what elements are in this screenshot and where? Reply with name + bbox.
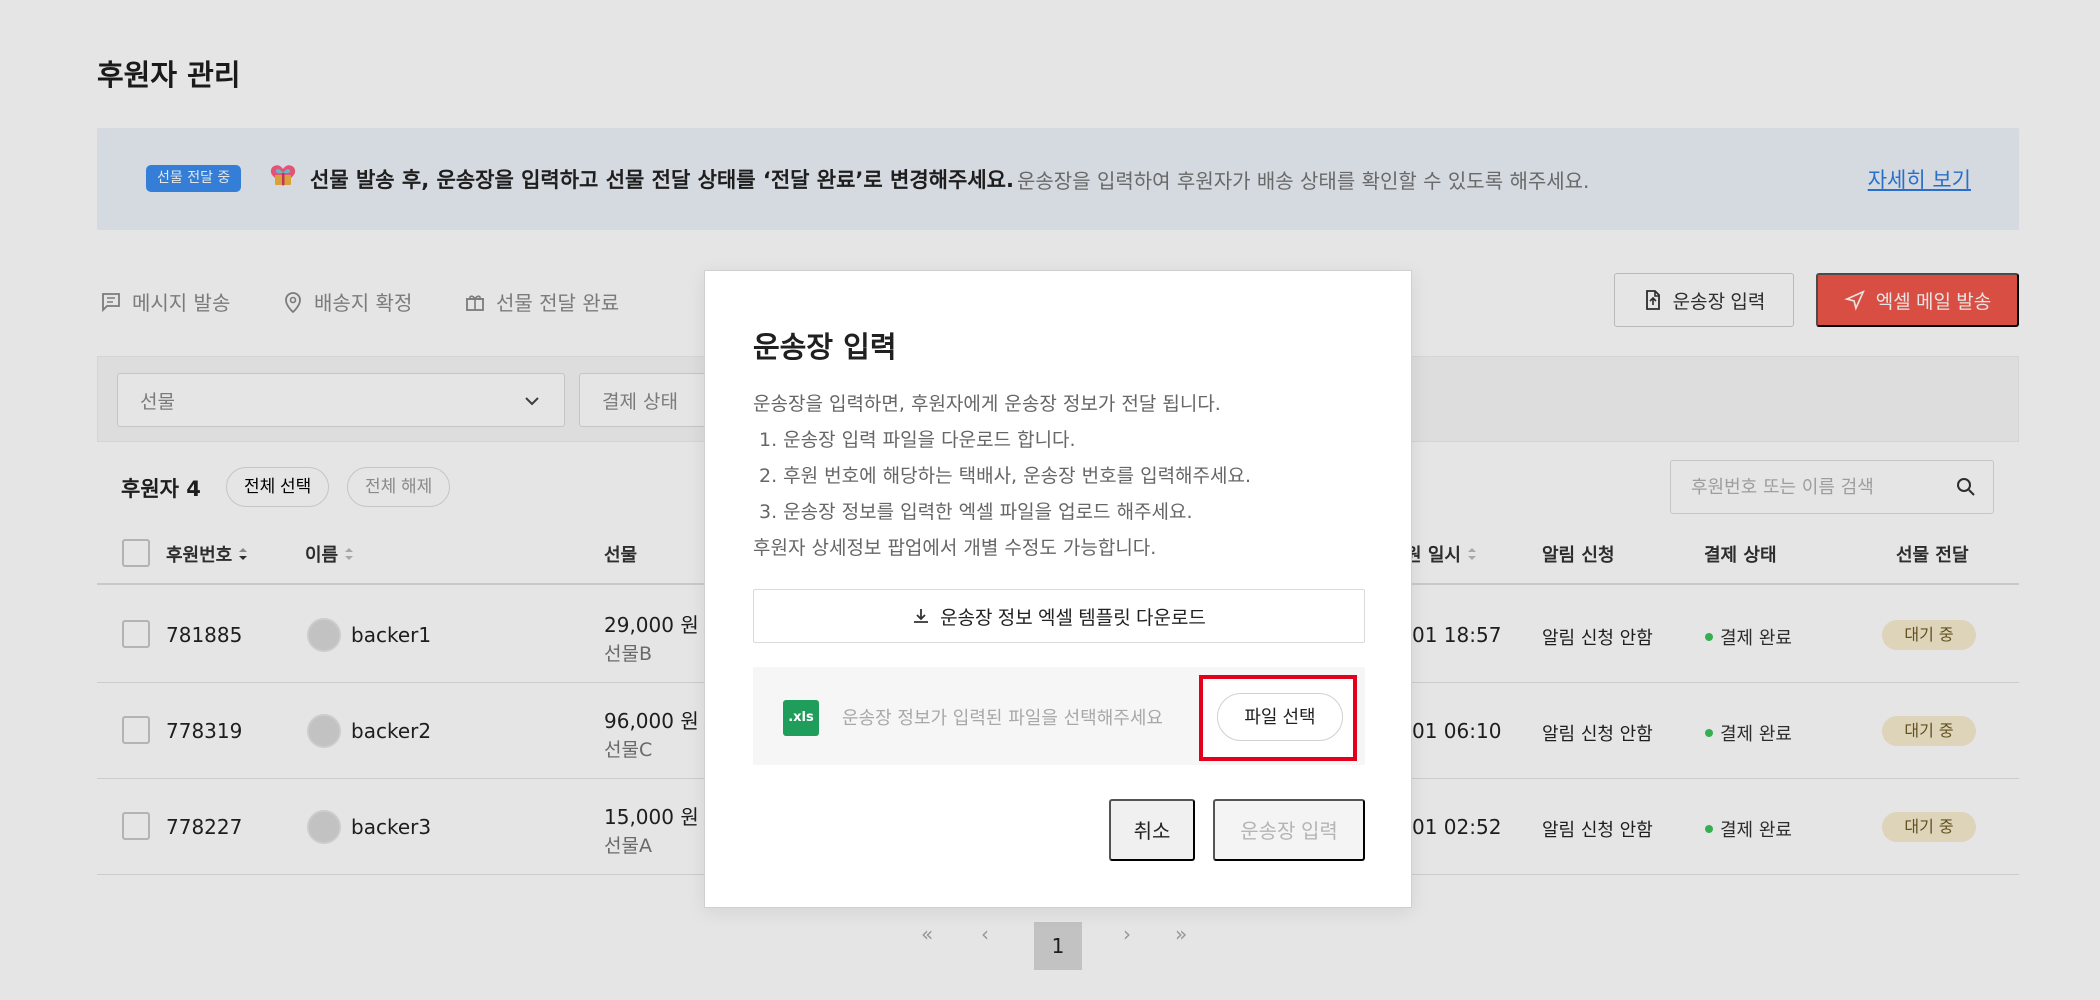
modal-intro: 운송장을 입력하면, 후원자에게 운송장 정보가 전달 됩니다. (753, 393, 1221, 415)
modal-step-1: 1. 운송장 입력 파일을 다운로드 합니다. (759, 429, 1076, 451)
modal-step-3: 3. 운송장 정보를 입력한 엑셀 파일을 업로드 해주세요. (759, 501, 1193, 523)
tracking-input-modal: 운송장 입력 운송장을 입력하면, 후원자에게 운송장 정보가 전달 됩니다. … (704, 270, 1412, 908)
file-select-button[interactable]: 파일 선택 (1217, 693, 1343, 741)
modal-title: 운송장 입력 (753, 330, 897, 364)
xls-file-icon: .xls (783, 700, 819, 736)
template-download-label: 운송장 정보 엑셀 템플릿 다운로드 (940, 607, 1206, 629)
submit-tracking-button[interactable]: 운송장 입력 (1213, 799, 1365, 861)
file-select-highlight: 파일 선택 (1199, 675, 1357, 761)
template-download-button[interactable]: 운송장 정보 엑셀 템플릿 다운로드 (753, 589, 1365, 643)
modal-step-2: 2. 후원 번호에 해당하는 택배사, 운송장 번호를 입력해주세요. (759, 465, 1252, 487)
download-icon (914, 609, 929, 623)
cancel-button[interactable]: 취소 (1109, 799, 1195, 861)
modal-note: 후원자 상세정보 팝업에서 개별 수정도 가능합니다. (753, 537, 1157, 559)
upload-placeholder: 운송장 정보가 입력된 파일을 선택해주세요 (842, 708, 1163, 729)
